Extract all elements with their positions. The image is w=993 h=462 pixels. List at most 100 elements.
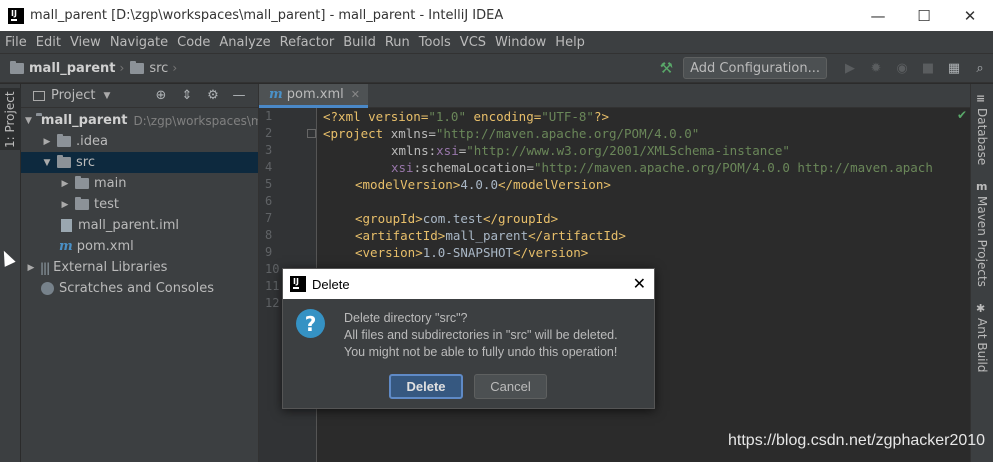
tree-item-label: pom.xml: [76, 239, 134, 254]
line-number: 8: [265, 228, 273, 242]
code-line-3: xmlns:xsi="http://www.w3.org/2001/XMLSch…: [391, 143, 790, 158]
maximize-button[interactable]: ☐: [901, 0, 947, 31]
build-hammer-icon[interactable]: ⚒: [660, 59, 673, 77]
menu-vcs[interactable]: VCS: [455, 35, 490, 50]
menu-file[interactable]: File: [0, 35, 31, 50]
menu-refactor[interactable]: Refactor: [275, 35, 339, 50]
tab-pom-xml[interactable]: m pom.xml ✕: [259, 84, 368, 108]
breadcrumb-project[interactable]: mall_parent: [10, 60, 116, 76]
tree-item-test[interactable]: ▶ test: [21, 194, 258, 215]
menu-window[interactable]: Window: [490, 35, 550, 50]
library-icon: |||: [40, 260, 50, 275]
line-number: 1: [265, 109, 273, 123]
editor-tab-bar: m pom.xml ✕: [259, 84, 970, 108]
close-window-button[interactable]: ✕: [947, 0, 993, 31]
maven-icon: m: [269, 87, 283, 102]
coverage-icon[interactable]: ◉: [889, 61, 915, 76]
mouse-cursor-icon: [0, 248, 16, 267]
menu-tools[interactable]: Tools: [414, 35, 455, 50]
debug-icon[interactable]: ✹: [863, 61, 889, 76]
minimize-button[interactable]: —: [855, 0, 901, 31]
breadcrumb-label: src: [149, 60, 169, 76]
project-panel-title[interactable]: Project: [51, 88, 95, 103]
chevron-right-icon[interactable]: ▶: [59, 200, 71, 210]
hide-icon[interactable]: —: [226, 86, 252, 106]
code-line-7: <groupId>com.test</groupId>: [355, 211, 559, 226]
dialog-message-line: Delete directory "src"?: [344, 311, 468, 325]
chevron-right-icon[interactable]: ▶: [59, 179, 71, 189]
ant-build-tool-tab[interactable]: Ant Build: [975, 318, 989, 372]
gear-icon[interactable]: ⚙: [200, 86, 226, 106]
menu-help[interactable]: Help: [550, 35, 589, 50]
code-line-2: <project xmlns="http://maven.apache.org/…: [323, 126, 700, 141]
tree-item-mall-parent[interactable]: ▼ mall_parent D:\zgp\workspaces\mall_par…: [21, 110, 258, 131]
database-tool-tab[interactable]: Database: [975, 108, 989, 165]
menu-edit[interactable]: Edit: [31, 35, 65, 50]
menu-navigate[interactable]: Navigate: [105, 35, 172, 50]
title-bar: IJ mall_parent [D:\zgp\workspaces\mall_p…: [0, 0, 993, 31]
chevron-right-icon[interactable]: ▶: [41, 137, 53, 147]
menu-analyze[interactable]: Analyze: [214, 35, 274, 50]
folder-icon: [57, 134, 71, 147]
folder-icon: [10, 60, 24, 74]
tree-item-iml[interactable]: mall_parent.iml: [21, 215, 258, 236]
menu-code[interactable]: Code: [172, 35, 214, 50]
chevron-down-icon[interactable]: ▼: [41, 158, 53, 168]
chevron-right-icon: ›: [172, 61, 178, 75]
question-icon: ?: [296, 309, 325, 338]
tree-item-label: External Libraries: [53, 260, 168, 275]
chevron-right-icon: ›: [119, 61, 125, 75]
dialog-title-bar: IJ Delete ✕: [283, 269, 654, 299]
stop-icon[interactable]: ■: [915, 61, 941, 76]
tree-item-src[interactable]: ▼ src: [21, 152, 258, 173]
delete-button[interactable]: Delete: [389, 374, 463, 399]
line-number: 9: [265, 245, 273, 259]
maven-icon: m: [59, 239, 73, 254]
menu-run[interactable]: Run: [380, 35, 414, 50]
tree-item-idea[interactable]: ▶ .idea: [21, 131, 258, 152]
menu-view[interactable]: View: [65, 35, 105, 50]
tree-item-label: src: [76, 155, 95, 170]
fold-marker-icon[interactable]: [307, 129, 316, 138]
dialog-message: Delete directory "src"? All files and su…: [344, 310, 618, 361]
maven-projects-tool-tab[interactable]: Maven Projects: [975, 196, 989, 287]
tree-item-pom[interactable]: m pom.xml: [21, 236, 258, 257]
chevron-right-icon[interactable]: ▶: [25, 263, 37, 273]
project-structure-icon[interactable]: ▦: [941, 61, 967, 76]
tree-item-label: Scratches and Consoles: [59, 281, 215, 296]
tree-item-label: test: [94, 197, 119, 212]
locate-icon[interactable]: ⊕: [148, 86, 174, 106]
inspection-ok-check-icon[interactable]: ✔: [957, 108, 967, 122]
cancel-button[interactable]: Cancel: [474, 374, 547, 399]
module-file-icon: [61, 219, 72, 232]
tab-label: pom.xml: [286, 87, 344, 102]
dialog-message-line: You might not be able to fully undo this…: [344, 345, 618, 359]
breadcrumb-src[interactable]: src: [130, 60, 169, 76]
line-number: 4: [265, 160, 273, 174]
tree-item-scratches[interactable]: Scratches and Consoles: [21, 278, 258, 299]
tree-item-label: mall_parent.iml: [78, 218, 179, 233]
code-line-9: <version>1.0-SNAPSHOT</version>: [355, 245, 589, 260]
add-configuration-button[interactable]: Add Configuration...: [683, 57, 827, 79]
run-icon[interactable]: ▶: [837, 61, 863, 76]
tree-item-external-libraries[interactable]: ▶ ||| External Libraries: [21, 257, 258, 278]
code-line-1: <?xml version="1.0" encoding="UTF-8"?>: [323, 109, 610, 124]
code-line-5: <modelVersion>4.0.0</modelVersion>: [355, 177, 611, 192]
tree-item-main[interactable]: ▶ main: [21, 173, 258, 194]
watermark: https://blog.csdn.net/zgphacker2010: [728, 432, 986, 449]
close-icon[interactable]: ✕: [351, 88, 360, 101]
collapse-all-icon[interactable]: ⇕: [174, 86, 200, 106]
menu-build[interactable]: Build: [338, 35, 380, 50]
breadcrumb-label: mall_parent: [29, 60, 116, 76]
scratches-icon: [41, 282, 54, 295]
project-panel-header: Project ▼ ⊕ ⇕ ⚙ —: [21, 84, 258, 108]
chevron-down-icon[interactable]: ▼: [25, 116, 32, 126]
project-tool-tab[interactable]: 1: Project: [0, 88, 21, 150]
folder-icon: [57, 155, 71, 168]
folder-icon: [75, 176, 89, 189]
search-icon[interactable]: ⌕: [967, 61, 993, 76]
chevron-down-icon[interactable]: ▼: [103, 91, 110, 101]
close-icon[interactable]: ✕: [633, 274, 646, 293]
left-tool-strip: 1: Project: [0, 84, 21, 462]
dialog-title: Delete: [312, 276, 350, 292]
